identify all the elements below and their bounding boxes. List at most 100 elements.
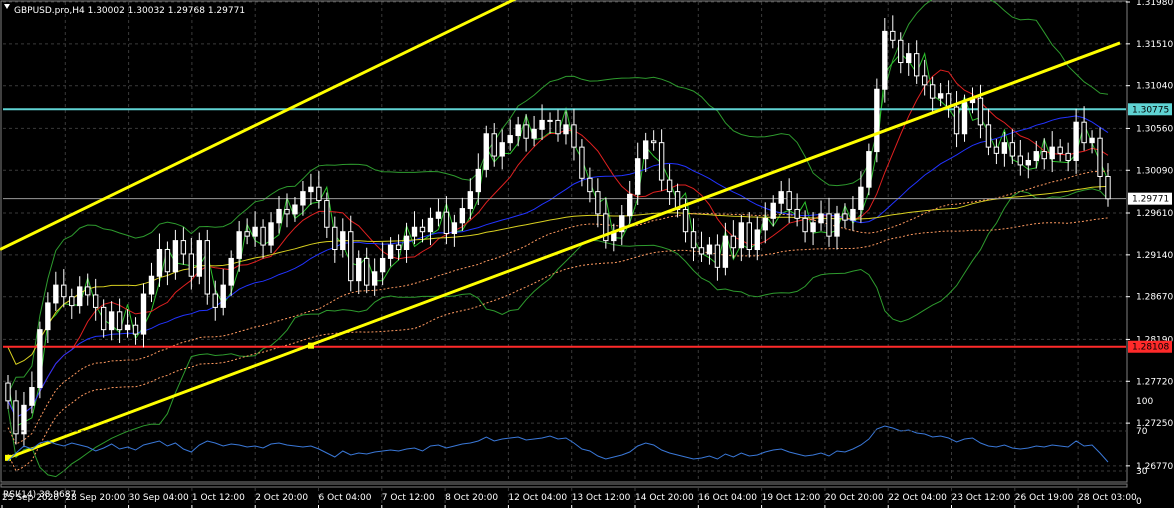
candle-body [810,222,816,233]
candle-body [77,286,83,307]
candle-body [69,296,75,307]
price-tick-label: 1.29140 [1136,251,1173,261]
price-tick-label: 1.31510 [1136,40,1173,50]
candle-body [1049,146,1055,160]
candle-body [1073,121,1079,161]
candle-body [690,231,697,249]
time-tick-label: 13 Oct 12:00 [572,493,631,503]
candle-body [53,284,59,304]
candle-body [563,124,569,135]
candle-body [100,306,107,331]
price-chart[interactable]: 10070300 1.319801.315101.310401.305601.3… [0,0,1174,508]
candle-body [961,102,968,135]
candle-body [451,222,458,234]
candle-body [539,119,545,130]
candle-body [403,235,410,251]
candle-body [467,191,474,210]
candle-body [866,151,872,188]
time-tick-label: 30 Sep 04:00 [129,493,189,503]
candle-body [340,231,346,251]
candle-body [252,226,258,237]
candle-body [882,30,888,90]
time-tick-label: 2 Oct 20:00 [255,493,308,503]
price-tag-label: 1.28108 [1132,343,1169,353]
candle-body [650,140,657,144]
candle-body [1009,142,1016,157]
candle-body [977,97,984,126]
candle-body [228,257,234,286]
candle-body [547,119,553,122]
candle-body [124,324,131,331]
candle-body [985,124,992,148]
candle-body [730,235,737,249]
time-tick-label: 1 Oct 12:00 [192,493,245,503]
candle-body [116,311,123,331]
time-tick-label: 22 Oct 04:00 [888,493,947,503]
candle-body [914,53,920,77]
candle-body [395,244,402,251]
candle-body [993,146,1000,154]
candle-body [921,75,928,86]
candle-body [1057,146,1063,154]
candle-body [1081,121,1087,144]
candle-body [459,208,466,224]
candle-body [635,158,641,195]
candle-body [411,226,418,237]
candle-body [778,191,784,204]
candle-body [85,286,91,296]
candle-body [937,93,944,99]
candle-body [579,146,585,179]
candle-body [953,106,960,135]
time-tick-label: 26 Oct 19:00 [1015,493,1074,503]
candle-body [802,217,808,233]
candle-body [929,84,936,99]
candle-body [738,222,745,249]
candle-body [61,284,67,298]
time-tick-label: 19 Oct 12:00 [762,493,821,503]
candle-body [387,244,394,259]
candle-body [770,202,776,219]
candle-body [1017,155,1024,166]
trendline-anchor [5,454,11,461]
candle-body [531,128,537,139]
candle-body [5,382,11,402]
rsi-tick-label: 0 [1136,497,1142,507]
time-tick-label: 16 Oct 04:00 [698,493,757,503]
candle-body [491,133,497,157]
candle-body [156,249,163,277]
candle-body [419,226,426,233]
time-tick-label: 12 Oct 04:00 [508,493,567,503]
candle-body [658,142,665,181]
candle-body [379,257,386,273]
candle-body [308,186,314,193]
time-tick-label: 28 Oct 03:00 [1078,493,1137,503]
candle-body [523,124,529,139]
candle-body [1025,159,1031,166]
candle-body [826,213,832,237]
candle-body [642,140,649,160]
candle-body [13,400,19,435]
candle-body [332,226,338,251]
candle-body [874,88,880,153]
candle-body [1105,176,1111,200]
candle-body [818,213,824,224]
trendline-anchor [308,342,314,349]
symbol-info: GBPUSD.pro,H4 1.30002 1.30032 1.29768 1.… [14,6,245,16]
candle-body [507,135,513,144]
price-tick-label: 1.28670 [1136,293,1173,303]
candle-body [427,217,434,233]
candle-body [1001,142,1008,154]
candle-body [762,217,768,231]
candle-body [284,208,290,215]
candle-body [834,213,840,237]
candle-body [754,229,760,251]
candle-body [555,119,561,135]
candle-body [236,231,242,259]
candle-body [746,222,752,251]
candle-body [148,275,155,295]
candle-body [698,247,705,255]
candle-body [132,324,139,335]
candle-body [196,240,202,277]
candle-body [204,240,210,295]
rsi-info: RSI(14) 38.9687 [3,490,76,500]
